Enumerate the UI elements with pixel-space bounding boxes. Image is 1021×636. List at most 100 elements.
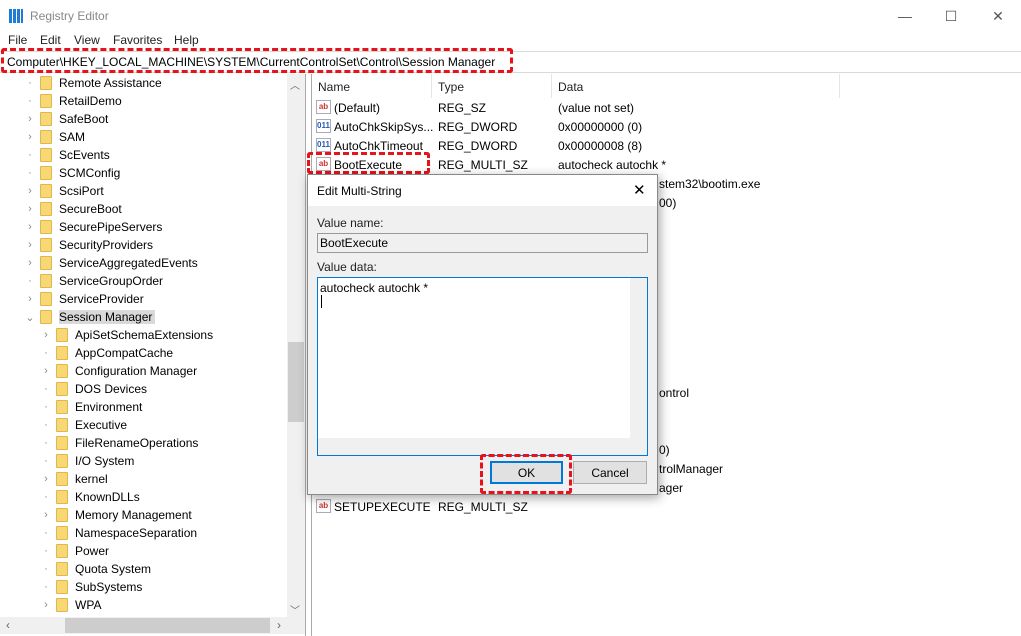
maximize-button[interactable]: ☐ <box>928 0 974 32</box>
chevron-right-icon[interactable]: › <box>25 131 35 143</box>
tree-item-label[interactable]: Quota System <box>75 562 151 576</box>
column-name[interactable]: Name <box>318 80 350 94</box>
scroll-down-icon[interactable]: ﹀ <box>290 602 300 617</box>
tree-item-label[interactable]: ServiceProvider <box>59 292 144 306</box>
tree-item[interactable]: · Executive <box>41 416 127 434</box>
chevron-right-icon[interactable]: › <box>25 113 35 125</box>
textarea-vscrollbar[interactable] <box>630 278 647 438</box>
tree-item-label[interactable]: FileRenameOperations <box>75 436 198 450</box>
textarea-hscrollbar[interactable] <box>318 438 647 455</box>
tree-item[interactable]: › SAM <box>25 128 85 146</box>
tree-item[interactable]: · AppCompatCache <box>41 344 173 362</box>
minimize-button[interactable]: — <box>882 0 928 32</box>
tree-item-label[interactable]: RetailDemo <box>59 94 122 108</box>
tree-item-label[interactable]: SubSystems <box>75 580 142 594</box>
tree-item[interactable]: · DOS Devices <box>41 380 147 398</box>
chevron-right-icon[interactable]: › <box>25 185 35 197</box>
tree-item[interactable]: · Remote Assistance <box>25 74 162 92</box>
chevron-right-icon[interactable]: › <box>41 473 51 485</box>
chevron-down-icon[interactable]: ⌄ <box>25 311 35 324</box>
scroll-right-icon[interactable]: › <box>277 618 281 632</box>
column-data[interactable]: Data <box>558 80 583 94</box>
menu-edit[interactable]: Edit <box>40 33 61 47</box>
tree-item[interactable]: · FileRenameOperations <box>41 434 198 452</box>
tree-item-label[interactable]: ScsiPort <box>59 184 104 198</box>
tree-item-label[interactable]: I/O System <box>75 454 134 468</box>
tree-item[interactable]: · Power <box>41 542 109 560</box>
tree-item-label[interactable]: NamespaceSeparation <box>75 526 197 540</box>
tree-item[interactable]: › SafeBoot <box>25 110 108 128</box>
tree-item[interactable]: › kernel <box>41 470 108 488</box>
chevron-right-icon[interactable]: › <box>25 293 35 305</box>
chevron-right-icon[interactable]: › <box>41 329 51 341</box>
tree-item[interactable]: › SecureBoot <box>25 200 122 218</box>
close-button[interactable]: ✕ <box>975 0 1021 32</box>
tree-item-label[interactable]: Remote Assistance <box>59 76 162 90</box>
tree-item[interactable]: · SCMConfig <box>25 164 120 182</box>
tree-item-label[interactable]: Executive <box>75 418 127 432</box>
chevron-right-icon[interactable]: › <box>25 203 35 215</box>
tree-item[interactable]: › Memory Management <box>41 506 192 524</box>
value-row[interactable]: ab SETUPEXECUTE REG_MULTI_SZ <box>316 497 1016 516</box>
tree-item[interactable]: · KnownDLLs <box>41 488 140 506</box>
value-row[interactable]: ab (Default) REG_SZ (value not set) <box>316 98 1016 117</box>
tree-item-label[interactable]: Session Manager <box>59 310 156 324</box>
cancel-button[interactable]: Cancel <box>573 461 647 484</box>
tree-item[interactable]: · Environment <box>41 398 142 416</box>
tree-item-label[interactable]: ServiceAggregatedEvents <box>59 256 198 270</box>
tree-item[interactable]: · RetailDemo <box>25 92 122 110</box>
tree-item[interactable]: ⌄ Session Manager <box>25 308 156 326</box>
tree-item[interactable]: · SubSystems <box>41 578 142 596</box>
tree-item[interactable]: · Quota System <box>41 560 151 578</box>
tree-hscroll-thumb[interactable] <box>65 618 270 633</box>
tree-item-label[interactable]: Power <box>75 544 109 558</box>
menu-file[interactable]: File <box>8 33 27 47</box>
tree-item[interactable]: › SecurityProviders <box>25 236 153 254</box>
tree-item[interactable]: › SecurePipeServers <box>25 218 162 236</box>
tree-item-label[interactable]: KnownDLLs <box>75 490 140 504</box>
tree-item[interactable]: › WPA <box>41 596 101 614</box>
scroll-left-icon[interactable]: ‹ <box>6 618 10 632</box>
menu-help[interactable]: Help <box>174 33 199 47</box>
tree-item-label[interactable]: SAM <box>59 130 85 144</box>
value-data-textarea[interactable]: autocheck autochk * <box>317 277 648 456</box>
tree-item[interactable]: · I/O System <box>41 452 134 470</box>
chevron-right-icon[interactable]: › <box>41 509 51 521</box>
value-data-text[interactable]: autocheck autochk * <box>320 281 428 295</box>
tree-item-label[interactable]: SecureBoot <box>59 202 122 216</box>
menu-favorites[interactable]: Favorites <box>113 33 162 47</box>
tree-item-label[interactable]: SecurityProviders <box>59 238 153 252</box>
tree-item-label[interactable]: SafeBoot <box>59 112 108 126</box>
tree-item-label[interactable]: Memory Management <box>75 508 192 522</box>
tree-item-label[interactable]: ServiceGroupOrder <box>59 274 163 288</box>
tree-item-label[interactable]: ApiSetSchemaExtensions <box>75 328 213 342</box>
tree-item-label[interactable]: Environment <box>75 400 142 414</box>
tree-item[interactable]: › ServiceAggregatedEvents <box>25 254 198 272</box>
tree-item[interactable]: › ScsiPort <box>25 182 104 200</box>
value-row[interactable]: 011 AutoChkSkipSys... REG_DWORD 0x00000000 … <box>316 117 1016 136</box>
chevron-right-icon[interactable]: › <box>25 239 35 251</box>
tree-item[interactable]: · ScEvents <box>25 146 110 164</box>
tree-item-label[interactable]: SCMConfig <box>59 166 120 180</box>
tree-item-label[interactable]: kernel <box>75 472 108 486</box>
tree-item[interactable]: › ServiceProvider <box>25 290 144 308</box>
tree-item-label[interactable]: WPA <box>75 598 101 612</box>
tree-item-label[interactable]: SecurePipeServers <box>59 220 162 234</box>
column-type[interactable]: Type <box>438 80 464 94</box>
tree-item-label[interactable]: Configuration Manager <box>75 364 197 378</box>
tree-item-label[interactable]: DOS Devices <box>75 382 147 396</box>
tree-item-label[interactable]: AppCompatCache <box>75 346 173 360</box>
value-name-field[interactable]: BootExecute <box>317 233 648 253</box>
chevron-right-icon[interactable]: › <box>41 599 51 611</box>
menu-view[interactable]: View <box>74 33 100 47</box>
tree-item[interactable]: › ApiSetSchemaExtensions <box>41 326 213 344</box>
scroll-up-icon[interactable]: ︿ <box>290 77 300 92</box>
tree-scroll-thumb[interactable] <box>288 342 304 422</box>
tree-item[interactable]: › Configuration Manager <box>41 362 197 380</box>
chevron-right-icon[interactable]: › <box>25 257 35 269</box>
tree-item[interactable]: · ServiceGroupOrder <box>25 272 163 290</box>
dialog-close-icon[interactable]: ✕ <box>633 181 646 199</box>
chevron-right-icon[interactable]: › <box>25 221 35 233</box>
tree-item-label[interactable]: ScEvents <box>59 148 110 162</box>
tree-item[interactable]: · NamespaceSeparation <box>41 524 197 542</box>
